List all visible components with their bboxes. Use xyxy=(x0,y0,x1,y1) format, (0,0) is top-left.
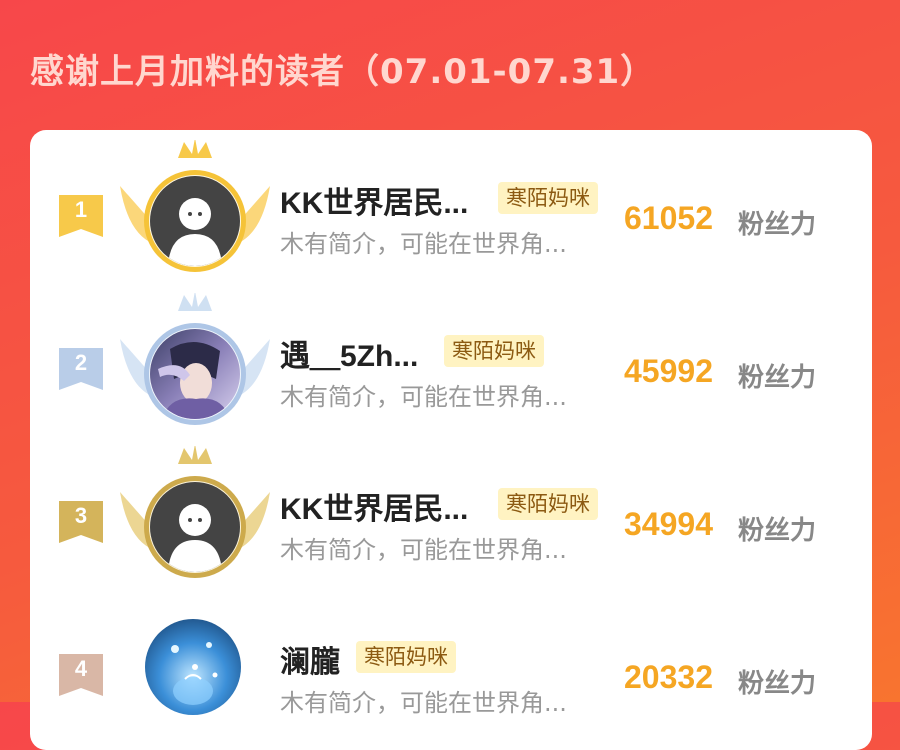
page-title: 感谢上月加料的读者（07.01-07.31） xyxy=(30,52,656,92)
blue-bottle-avatar xyxy=(145,619,241,715)
fan-tag: 寒陌妈咪 xyxy=(498,182,598,214)
avatar[interactable] xyxy=(120,446,270,596)
fan-power-unit: 粉丝力 xyxy=(738,210,817,240)
rank-badge: 3 xyxy=(59,501,103,543)
reader-bio: 木有简介，可能在世界角... xyxy=(280,230,567,258)
default-person-icon xyxy=(150,176,240,266)
fan-power-unit: 粉丝力 xyxy=(738,669,817,699)
rank-number: 4 xyxy=(74,656,88,681)
rank-badge: 1 xyxy=(59,195,103,237)
anime-character-avatar xyxy=(150,329,240,419)
reader-row-4[interactable]: 4 澜朧 寒陌妈咪 木有简介，可能在世界角... 20332 粉丝力 xyxy=(30,599,872,749)
rank-number: 3 xyxy=(74,503,88,528)
fan-tag: 寒陌妈咪 xyxy=(356,641,456,673)
reader-name: KK世界居民... xyxy=(280,187,469,220)
avatar[interactable] xyxy=(120,293,270,443)
rank-badge: 4 xyxy=(59,654,103,696)
reader-ranking-card: 1 KK世界居民... 寒陌妈咪 木有简介，可能在世界角... 61052 粉丝… xyxy=(30,130,872,750)
fan-power-score: 20332 xyxy=(624,659,713,695)
rank-badge: 2 xyxy=(59,348,103,390)
reader-row-2[interactable]: 2 遇＿5Zh... 寒陌妈咪 木有简介，可能在世界角... 45992 粉丝力 xyxy=(30,293,872,443)
reader-bio: 木有简介，可能在世界角... xyxy=(280,383,567,411)
reader-name: KK世界居民... xyxy=(280,493,469,526)
fan-tag: 寒陌妈咪 xyxy=(444,335,544,367)
reader-name: 遇＿5Zh... xyxy=(280,340,419,373)
reader-row-1[interactable]: 1 KK世界居民... 寒陌妈咪 木有简介，可能在世界角... 61052 粉丝… xyxy=(30,140,872,290)
fan-power-score: 61052 xyxy=(624,200,713,236)
rank-number: 2 xyxy=(74,350,88,375)
fan-power-unit: 粉丝力 xyxy=(738,363,817,393)
reader-row-3[interactable]: 3 KK世界居民... 寒陌妈咪 木有简介，可能在世界角... 34994 粉丝… xyxy=(30,446,872,596)
fan-power-unit: 粉丝力 xyxy=(738,516,817,546)
reader-bio: 木有简介，可能在世界角... xyxy=(280,536,567,564)
reader-name: 澜朧 xyxy=(280,646,340,679)
avatar[interactable] xyxy=(120,599,270,749)
default-person-icon xyxy=(150,482,240,572)
rank-number: 1 xyxy=(74,197,88,222)
fan-power-score: 34994 xyxy=(624,506,713,542)
avatar[interactable] xyxy=(120,140,270,290)
reader-bio: 木有简介，可能在世界角... xyxy=(280,689,567,717)
fan-tag: 寒陌妈咪 xyxy=(498,488,598,520)
fan-power-score: 45992 xyxy=(624,353,713,389)
